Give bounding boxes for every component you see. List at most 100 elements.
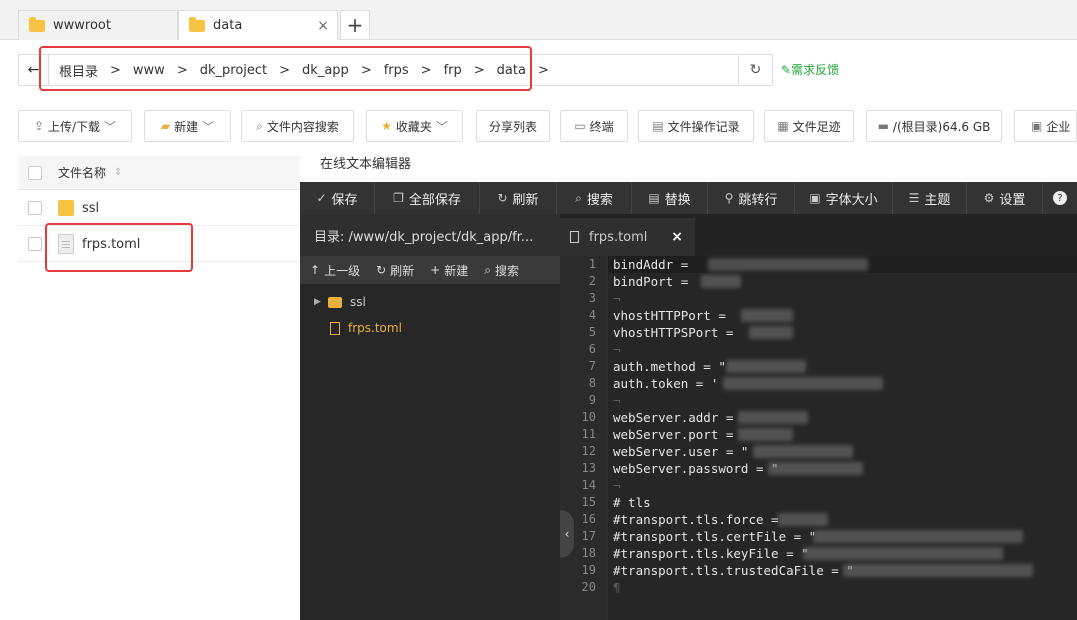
code-text: webServer.port = bbox=[613, 427, 741, 442]
code-line[interactable]: 6 ¬ bbox=[560, 341, 1077, 358]
directory-path: 目录: /www/dk_project/dk_app/fr... bbox=[300, 214, 560, 256]
code-line[interactable]: 12 webServer.user = " bbox=[560, 443, 1077, 460]
code-line[interactable]: 2 bindPort = bbox=[560, 273, 1077, 290]
code-line[interactable]: 16 #transport.tls.force = bbox=[560, 511, 1077, 528]
redaction-blur bbox=[741, 309, 793, 322]
code-area[interactable]: 1 bindAddr = 2 bindPort = 3 ¬ 4 vhostHTTPPort… bbox=[560, 256, 1077, 620]
line-number: 15 bbox=[581, 495, 596, 509]
editor-title: 在线文本编辑器 bbox=[300, 142, 1077, 182]
replace-button[interactable]: ▤ 替换 bbox=[632, 182, 708, 214]
parent-dir-button[interactable]: ↑ 上一级 bbox=[310, 262, 360, 279]
file-footprint-button[interactable]: ▦ 文件足迹 bbox=[764, 110, 854, 142]
code-line[interactable]: 15 # tls bbox=[560, 494, 1077, 511]
help-button[interactable]: ? bbox=[1043, 182, 1077, 214]
code-text: ¶ bbox=[613, 580, 621, 595]
add-tab-button[interactable]: + bbox=[340, 10, 370, 40]
chevron-down-icon: ﹀ bbox=[435, 119, 448, 134]
code-line[interactable]: 11 webServer.port = bbox=[560, 426, 1077, 443]
tree-item-ssl[interactable]: ▶ ssl bbox=[300, 290, 560, 314]
code-line[interactable]: 3 ¬ bbox=[560, 290, 1077, 307]
share-list-button[interactable]: 分享列表 bbox=[476, 110, 550, 142]
tab-bar: wwwroot data × + bbox=[0, 0, 1077, 40]
disk-button[interactable]: ▬/(根目录)64.6 GB bbox=[866, 110, 1002, 142]
code-line[interactable]: 18 #transport.tls.keyFile = " bbox=[560, 545, 1077, 562]
code-text: #transport.tls.keyFile = " bbox=[613, 546, 809, 561]
code-line[interactable]: 1 bindAddr = bbox=[560, 256, 1077, 273]
code-line[interactable]: 7 auth.method = " bbox=[560, 358, 1077, 375]
folder-icon bbox=[29, 16, 45, 32]
tree-item-frps-toml[interactable]: frps.toml bbox=[300, 316, 560, 340]
operation-log-button[interactable]: ▤ 文件操作记录 bbox=[638, 110, 754, 142]
code-line[interactable]: 13 webServer.password = " bbox=[560, 460, 1077, 477]
line-number: 19 bbox=[581, 563, 596, 577]
star-icon: ★ bbox=[381, 119, 392, 133]
sidebar-search-button[interactable]: ⌕ 搜索 bbox=[484, 262, 519, 279]
favorites-button[interactable]: ★ 收藏夹 ﹀ bbox=[366, 110, 463, 142]
line-number: 7 bbox=[588, 359, 596, 373]
code-line[interactable]: 14 ¬ bbox=[560, 477, 1077, 494]
search-icon: ⌕ bbox=[575, 190, 582, 205]
code-line[interactable]: 8 auth.token = ' bbox=[560, 375, 1077, 392]
code-line[interactable]: 19 #transport.tls.trustedCaFile = " bbox=[560, 562, 1077, 579]
code-line[interactable]: 4 vhostHTTPPort = bbox=[560, 307, 1077, 324]
calendar-icon: ▦ bbox=[777, 119, 789, 133]
tab-wwwroot[interactable]: wwwroot bbox=[18, 10, 178, 40]
row-checkbox[interactable] bbox=[28, 201, 42, 215]
goto-line-button[interactable]: ⚲ 跳转行 bbox=[708, 182, 795, 214]
file-row-ssl[interactable]: ssl bbox=[18, 191, 318, 226]
upload-download-button[interactable]: ⇪ 上传/下载 ﹀ bbox=[18, 110, 132, 142]
close-icon[interactable]: × bbox=[671, 229, 683, 245]
new-folder-icon: ▰ bbox=[160, 119, 171, 133]
row-checkbox[interactable] bbox=[28, 237, 42, 251]
sort-icon[interactable]: ⇕ bbox=[114, 167, 122, 178]
refresh-button[interactable]: ↻ 刷新 bbox=[480, 182, 557, 214]
column-filename[interactable]: 文件名称 bbox=[58, 164, 106, 181]
code-line[interactable]: 10 webServer.addr = bbox=[560, 409, 1077, 426]
close-icon[interactable]: × bbox=[317, 18, 329, 34]
file-name[interactable]: ssl bbox=[82, 201, 99, 216]
redaction-blur bbox=[813, 530, 1023, 543]
line-number: 1 bbox=[588, 257, 596, 271]
refresh-icon[interactable]: ↻ bbox=[738, 55, 772, 85]
code-text: # tls bbox=[613, 495, 651, 510]
theme-button[interactable]: ☰ 主题 bbox=[893, 182, 967, 214]
line-number: 20 bbox=[581, 580, 596, 594]
line-number: 3 bbox=[588, 291, 596, 305]
code-text: #transport.tls.certFile = " bbox=[613, 529, 817, 544]
tab-label: data bbox=[213, 18, 243, 33]
file-icon bbox=[570, 231, 579, 243]
search-button[interactable]: ⌕ 搜索 bbox=[557, 182, 632, 214]
tab-data[interactable]: data × bbox=[178, 10, 338, 40]
code-text: webServer.password = " bbox=[613, 461, 779, 476]
caret-right-icon[interactable]: ▶ bbox=[314, 297, 324, 307]
code-line[interactable]: 17 #transport.tls.certFile = " bbox=[560, 528, 1077, 545]
search-icon: ⌕ bbox=[256, 118, 263, 133]
menu-icon: ☰ bbox=[908, 191, 920, 205]
code-text: auth.token = ' bbox=[613, 376, 719, 391]
redaction-blur bbox=[726, 360, 806, 373]
editor-toolbar: ✓ 保存 ❐ 全部保存 ↻ 刷新 ⌕ 搜索 ▤ 替换 ⚲ 跳转行 ▣ 字体大小 ☰ 主题 ⚙ 设置… bbox=[300, 182, 1077, 214]
new-button[interactable]: ▰ 新建 ﹀ bbox=[144, 110, 231, 142]
code-text: webServer.user = " bbox=[613, 444, 749, 459]
terminal-button[interactable]: ▭ 终端 bbox=[560, 110, 628, 142]
collapse-sidebar-button[interactable]: ‹ bbox=[560, 510, 574, 558]
code-line[interactable]: 5 vhostHTTPSPort = bbox=[560, 324, 1077, 341]
code-line[interactable]: 20 ¶ bbox=[560, 579, 1077, 596]
code-text: vhostHTTPSPort = bbox=[613, 325, 741, 340]
code-text: bindAddr = bbox=[613, 257, 696, 272]
code-text: webServer.addr = bbox=[613, 410, 741, 425]
refresh-icon: ↻ bbox=[497, 191, 508, 205]
save-button[interactable]: ✓ 保存 bbox=[300, 182, 375, 214]
editor-tab-frps-toml[interactable]: frps.toml × bbox=[560, 218, 695, 256]
select-all-checkbox[interactable] bbox=[28, 165, 42, 180]
settings-button[interactable]: ⚙ 设置 bbox=[967, 182, 1043, 214]
code-line[interactable]: 9 ¬ bbox=[560, 392, 1077, 409]
sidebar-new-button[interactable]: + 新建 bbox=[430, 262, 468, 279]
feedback-link[interactable]: ✎需求反馈 bbox=[781, 61, 839, 78]
enterprise-button[interactable]: ▣ 企业 bbox=[1014, 110, 1077, 142]
sidebar-refresh-button[interactable]: ↻ 刷新 bbox=[376, 262, 414, 279]
content-search-button[interactable]: ⌕ 文件内容搜索 bbox=[241, 110, 354, 142]
save-all-button[interactable]: ❐ 全部保存 bbox=[375, 182, 480, 214]
font-size-button[interactable]: ▣ 字体大小 bbox=[795, 182, 893, 214]
sidebar-ops: ↑ 上一级 ↻ 刷新 + 新建 ⌕ 搜索 bbox=[300, 256, 560, 284]
